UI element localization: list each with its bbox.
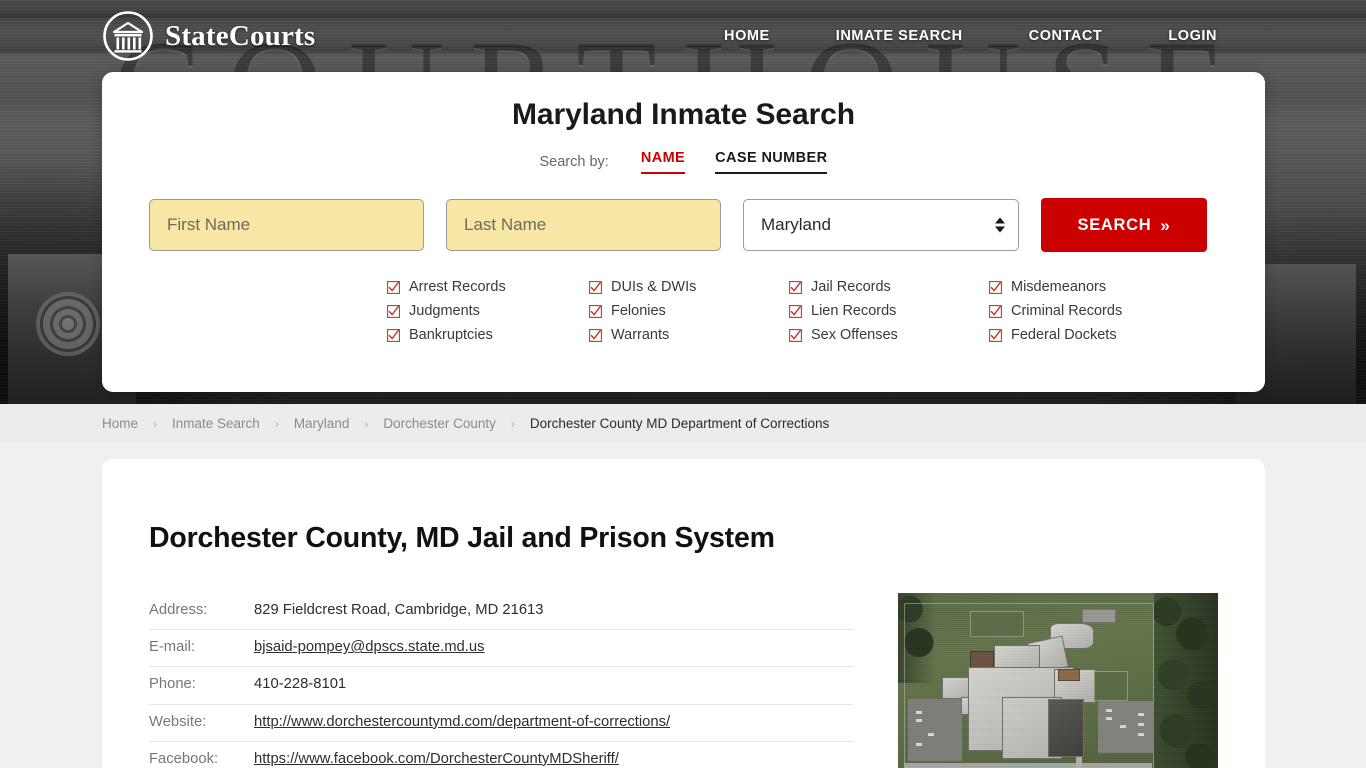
checkbox-arrest-records[interactable]: Arrest Records [387, 279, 589, 295]
page-body: Dorchester County, MD Jail and Prison Sy… [0, 443, 1366, 768]
nav-item-login[interactable]: LOGIN [1135, 28, 1217, 44]
info-value-address: 829 Fieldcrest Road, Cambridge, MD 21613 [254, 602, 544, 618]
breadcrumb: Home › Inmate Search › Maryland › Dorche… [102, 416, 829, 431]
chevron-right-icon: › [274, 416, 279, 431]
page-title: Dorchester County, MD Jail and Prison Sy… [149, 522, 775, 554]
checked-box-icon [789, 328, 802, 342]
checked-box-icon [789, 304, 802, 318]
search-by-row: Search by: NAME CASE NUMBER [102, 150, 1265, 174]
facility-info-table: Address: 829 Fieldcrest Road, Cambridge,… [149, 593, 853, 768]
facility-aerial-photo [898, 593, 1218, 768]
info-value-email: bjsaid-pompey@dpscs.state.md.us [254, 630, 853, 667]
nav-item-contact[interactable]: CONTACT [996, 28, 1136, 44]
chevron-right-icon: › [510, 416, 515, 431]
first-name-input[interactable] [149, 199, 424, 251]
breadcrumb-item-dorchester-county[interactable]: Dorchester County [383, 416, 496, 431]
breadcrumb-item-home[interactable]: Home [102, 416, 138, 431]
info-label: Facebook: [149, 750, 219, 767]
search-by-label: Search by: [539, 154, 609, 170]
facility-detail-card: Dorchester County, MD Jail and Prison Sy… [102, 459, 1265, 768]
nav-item-inmate-search[interactable]: INMATE SEARCH [803, 28, 996, 44]
checkbox-label: Criminal Records [1011, 303, 1123, 319]
checkbox-label: Jail Records [811, 279, 891, 295]
checkbox-bankruptcies[interactable]: Bankruptcies [387, 327, 589, 343]
checkbox-jail-records[interactable]: Jail Records [789, 279, 989, 295]
checkbox-label: Lien Records [811, 303, 897, 319]
checkbox-lien-records[interactable]: Lien Records [789, 303, 989, 319]
tab-case-number[interactable]: CASE NUMBER [715, 150, 828, 174]
checked-box-icon [589, 304, 602, 318]
chevron-right-icon: › [153, 416, 158, 431]
search-button[interactable]: SEARCH » [1041, 198, 1207, 252]
table-row: Website: http://www.dorchestercountymd.c… [149, 704, 853, 742]
website-link[interactable]: http://www.dorchestercountymd.com/depart… [254, 714, 670, 730]
info-label: E-mail: [149, 639, 196, 656]
courthouse-circle-icon [102, 10, 154, 62]
checked-box-icon [387, 280, 400, 294]
facebook-link[interactable]: https://www.facebook.com/DorchesterCount… [254, 751, 619, 767]
checked-box-icon [387, 304, 400, 318]
info-label: Phone: [149, 676, 196, 693]
checkbox-label: Misdemeanors [1011, 279, 1107, 295]
breadcrumb-item-maryland[interactable]: Maryland [294, 416, 350, 431]
table-row: Address: 829 Fieldcrest Road, Cambridge,… [149, 593, 853, 630]
search-card-title: Maryland Inmate Search [512, 98, 855, 131]
checkbox-criminal-records[interactable]: Criminal Records [989, 303, 1207, 319]
checked-box-icon [989, 328, 1002, 342]
checked-box-icon [589, 328, 602, 342]
chevron-right-icon: › [364, 416, 369, 431]
checkbox-felonies[interactable]: Felonies [589, 303, 789, 319]
checkbox-label: Felonies [611, 303, 666, 319]
table-row: E-mail: bjsaid-pompey@dpscs.state.md.us [149, 630, 853, 667]
state-select[interactable]: Maryland [743, 199, 1019, 251]
checkbox-label: Warrants [611, 327, 670, 343]
facility-info-section: Address: 829 Fieldcrest Road, Cambridge,… [149, 593, 1265, 768]
checkbox-sex-offenses[interactable]: Sex Offenses [789, 327, 989, 343]
record-type-checkbox-grid: Arrest Records DUIs & DWIs Jail Records … [387, 279, 1207, 343]
last-name-input[interactable] [446, 199, 721, 251]
checkbox-duis-dwis[interactable]: DUIs & DWIs [589, 279, 789, 295]
checkbox-misdemeanors[interactable]: Misdemeanors [989, 279, 1207, 295]
checkbox-label: Judgments [409, 303, 480, 319]
breadcrumb-bar: Home › Inmate Search › Maryland › Dorche… [0, 404, 1366, 443]
double-chevron-right-icon: » [1160, 215, 1171, 235]
breadcrumb-item-inmate-search[interactable]: Inmate Search [172, 416, 260, 431]
hero-header: COURTHOUSE StateCourts [0, 0, 1366, 404]
state-select-value: Maryland [761, 215, 831, 234]
checked-box-icon [387, 328, 400, 342]
checkbox-label: Federal Dockets [1011, 327, 1117, 343]
checkbox-label: Arrest Records [409, 279, 506, 295]
inmate-search-card: Maryland Inmate Search Search by: NAME C… [102, 72, 1265, 392]
checked-box-icon [589, 280, 602, 294]
checkbox-warrants[interactable]: Warrants [589, 327, 789, 343]
info-label: Website: [149, 713, 207, 730]
checkbox-label: Bankruptcies [409, 327, 493, 343]
checked-box-icon [989, 280, 1002, 294]
checkbox-federal-dockets[interactable]: Federal Dockets [989, 327, 1207, 343]
info-value-phone: 410-228-8101 [254, 676, 347, 693]
main-nav: HOME INMATE SEARCH CONTACT LOGIN [691, 28, 1217, 44]
checked-box-icon [989, 304, 1002, 318]
nav-item-home[interactable]: HOME [691, 28, 803, 44]
info-value-website: http://www.dorchestercountymd.com/depart… [254, 704, 853, 741]
table-row: Facebook: https://www.facebook.com/Dorch… [149, 741, 853, 768]
search-form: Maryland SEARCH » [102, 198, 1265, 252]
brand-name: StateCourts [165, 19, 316, 52]
table-row: Phone: 410-228-8101 [149, 667, 853, 705]
checkbox-judgments[interactable]: Judgments [387, 303, 589, 319]
checked-box-icon [789, 280, 802, 294]
checkbox-label: DUIs & DWIs [611, 279, 697, 295]
breadcrumb-item-current: Dorchester County MD Department of Corre… [529, 416, 830, 431]
info-value-facebook: https://www.facebook.com/DorchesterCount… [254, 741, 853, 768]
info-label: Address: [149, 602, 208, 618]
brand-logo-link[interactable]: StateCourts [102, 10, 315, 62]
top-navigation-bar: StateCourts HOME INMATE SEARCH CONTACT L… [0, 0, 1366, 72]
state-select-wrapper: Maryland [743, 199, 1019, 251]
email-link[interactable]: bjsaid-pompey@dpscs.state.md.us [254, 639, 485, 655]
search-button-label: SEARCH [1077, 215, 1152, 234]
tab-name[interactable]: NAME [640, 150, 686, 174]
checkbox-label: Sex Offenses [811, 327, 898, 343]
